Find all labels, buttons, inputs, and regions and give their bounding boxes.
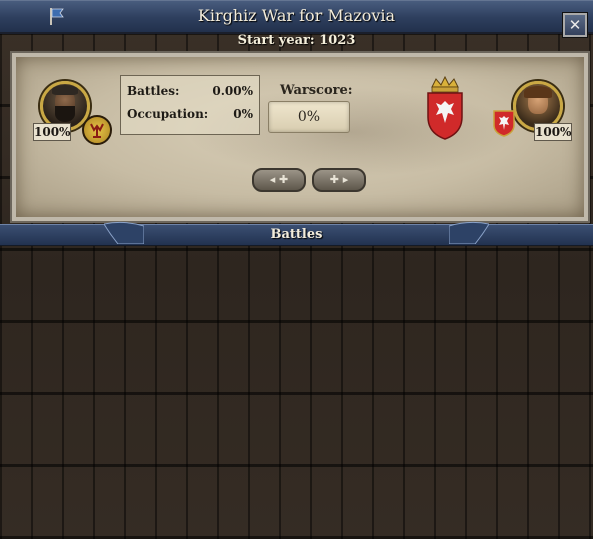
- warscore-value: 0%: [297, 109, 321, 125]
- close-icon: ✕: [568, 16, 582, 34]
- warscore-label: Warscore:: [280, 83, 353, 98]
- battles-list: [0, 246, 593, 539]
- title-bar: Kirghiz War for Mazovia ✕: [0, 0, 593, 37]
- attacker-religion-icon[interactable]: [82, 115, 112, 145]
- defender-small-coat-of-arms[interactable]: [492, 109, 516, 137]
- attacker-turban: [52, 85, 78, 95]
- attacker-beard: [55, 106, 75, 122]
- polish-eagle-coat-of-arms-icon: [427, 75, 463, 140]
- battles-value: 0.00%: [212, 84, 253, 98]
- defender-hair: [524, 86, 552, 98]
- battles-label: Battles:: [127, 84, 180, 98]
- start-year: Start year: 1023: [237, 33, 356, 48]
- war-stats-box: Battles: 0.00% Occupation: 0%: [120, 75, 260, 135]
- war-window: Kirghiz War for Mazovia ✕ Start year: 10…: [0, 0, 593, 539]
- occupation-label: Occupation:: [127, 107, 209, 121]
- occupation-stat: Occupation: 0%: [127, 107, 253, 121]
- next-war-button[interactable]: ✚ ▸: [312, 168, 366, 192]
- window-title: Kirghiz War for Mazovia: [197, 6, 396, 25]
- war-overview-panel: 100% Battles: 0.00% Occupation: 0% Warsc…: [10, 51, 590, 223]
- attacker-war-contribution: 100%: [33, 123, 71, 141]
- occupation-value: 0%: [233, 107, 253, 121]
- warscore-scroll: 0%: [268, 101, 350, 133]
- defender-coat-of-arms[interactable]: [424, 75, 466, 141]
- defender-war-contribution: 100%: [534, 123, 572, 141]
- polish-eagle-small-icon: [493, 110, 515, 137]
- battles-section-title: Battles: [270, 227, 323, 242]
- battles-stat: Battles: 0.00%: [127, 84, 253, 98]
- previous-war-button[interactable]: ◂ ✚: [252, 168, 306, 192]
- tengri-religion-icon: [90, 123, 104, 138]
